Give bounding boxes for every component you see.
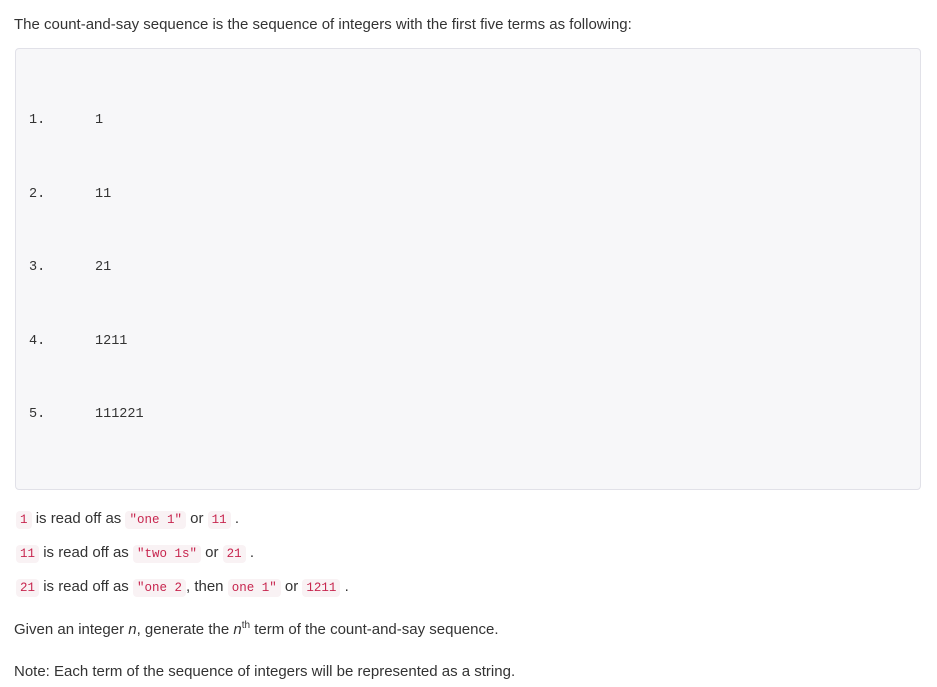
sequence-row: 4. 1211 — [29, 330, 907, 355]
sequence-index: 4. — [29, 333, 46, 349]
sequence-value: 21 — [95, 260, 112, 275]
sequence-row: 2. 11 — [29, 183, 907, 208]
sequence-value: 1 — [95, 113, 104, 128]
prompt-ordinal-suffix: th — [241, 619, 251, 631]
readoff-line-3: 21 is read off as "one 2, then one 1" or… — [14, 576, 921, 599]
readoff-line-1: 1 is read off as "one 1" or 11 . — [14, 508, 921, 531]
inline-code-result: 11 — [207, 510, 231, 529]
sequence-value: 111221 — [95, 407, 144, 422]
sequence-row: 1. 1 — [29, 109, 907, 134]
prompt-before-text: Given an integer — [14, 620, 129, 638]
inline-code-result: 1211 — [302, 578, 341, 597]
prompt-variable-n: n — [128, 620, 137, 638]
readoff-period: . — [344, 577, 349, 595]
readoff-or-text: or — [284, 577, 299, 595]
readoff-mid-text: is read off as — [35, 509, 122, 527]
readoff-then-text: , then — [185, 577, 224, 595]
sequence-value: 11 — [95, 186, 112, 202]
readoff-line-2: 11 is read off as "two 1s" or 21 . — [14, 542, 921, 565]
intro-paragraph: The count-and-say sequence is the sequen… — [14, 16, 632, 33]
inline-code-spoken: "one 1" — [125, 510, 186, 529]
inline-code-term: 21 — [16, 578, 40, 597]
sequence-index: 2. — [29, 186, 46, 202]
prompt-paragraph: Given an integer n, generate the nth ter… — [14, 619, 921, 640]
sequence-value: 1211 — [95, 333, 128, 349]
readoff-or-text: or — [190, 509, 204, 527]
readoff-period: . — [249, 543, 255, 561]
readoff-or-text: or — [205, 543, 219, 561]
problem-description-page: The count-and-say sequence is the sequen… — [0, 0, 937, 687]
readoff-period: . — [234, 509, 240, 527]
readoff-mid-text: is read off as — [43, 577, 129, 595]
sequence-code-block: 1. 1 2. 11 3. 21 4. 1211 5. 111221 — [15, 48, 921, 490]
prompt-tail-text: term of the count-and-say sequence. — [250, 620, 499, 638]
sequence-index: 3. — [29, 260, 46, 275]
inline-code-term: 1 — [16, 510, 32, 529]
inline-code-result: 21 — [222, 544, 246, 563]
sequence-index: 1. — [29, 113, 46, 128]
note-paragraph: Note: Each term of the sequence of integ… — [14, 662, 516, 680]
sequence-row: 3. 21 — [29, 256, 907, 281]
inline-code-term: 11 — [16, 544, 40, 563]
prompt-variable-n-2: n — [233, 620, 242, 638]
sequence-index: 5. — [29, 407, 46, 422]
readoff-explanations: 1 is read off as "one 1" or 11 . 11 is r… — [14, 508, 921, 599]
sequence-row: 5. 111221 — [29, 403, 907, 428]
prompt-after-text: , generate the — [136, 620, 234, 638]
inline-code-spoken: "one 2 — [132, 578, 186, 597]
inline-code-spoken: "two 1s" — [132, 544, 201, 563]
inline-code-spoken-2: one 1" — [227, 578, 281, 597]
readoff-mid-text: is read off as — [43, 543, 129, 561]
